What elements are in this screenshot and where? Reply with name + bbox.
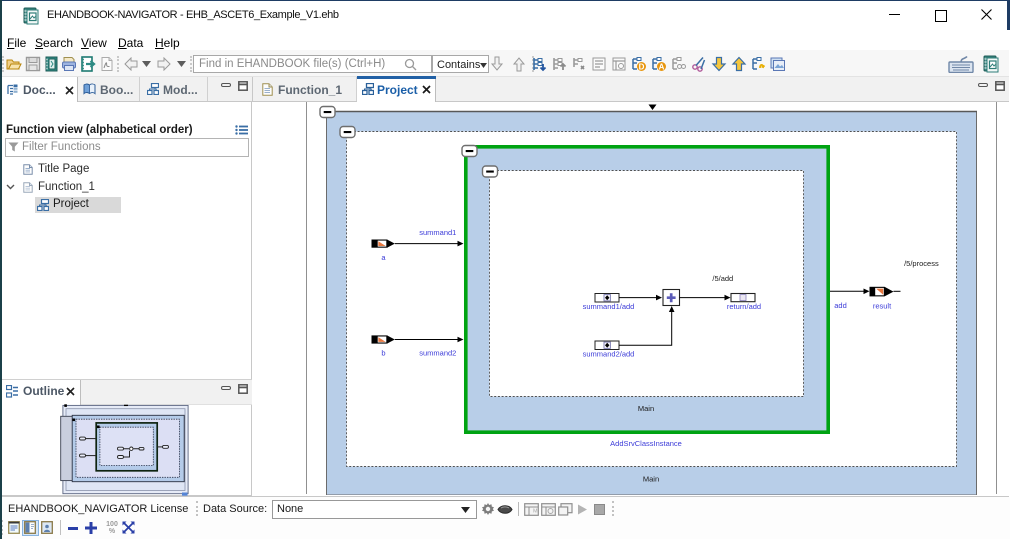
svg-text:summand1/add: summand1/add — [583, 302, 635, 311]
svg-text:M: M — [533, 509, 538, 515]
svg-text:Main: Main — [643, 475, 659, 484]
svg-text:return/add: return/add — [727, 302, 761, 311]
svg-text:result: result — [873, 302, 892, 311]
svg-text:/5/add: /5/add — [712, 274, 733, 283]
svg-text:Main: Main — [638, 404, 654, 413]
svg-text:summand2/add: summand2/add — [583, 350, 635, 359]
svg-text:b: b — [381, 349, 385, 358]
svg-text:A: A — [659, 63, 665, 72]
svg-text:summand2: summand2 — [419, 349, 456, 358]
svg-text:add: add — [834, 301, 847, 310]
svg-text:D: D — [639, 63, 645, 72]
svg-text:/5/process: /5/process — [904, 259, 939, 268]
svg-text:summand1: summand1 — [419, 228, 456, 237]
svg-text:AddSrvClassInstance: AddSrvClassInstance — [610, 439, 682, 448]
